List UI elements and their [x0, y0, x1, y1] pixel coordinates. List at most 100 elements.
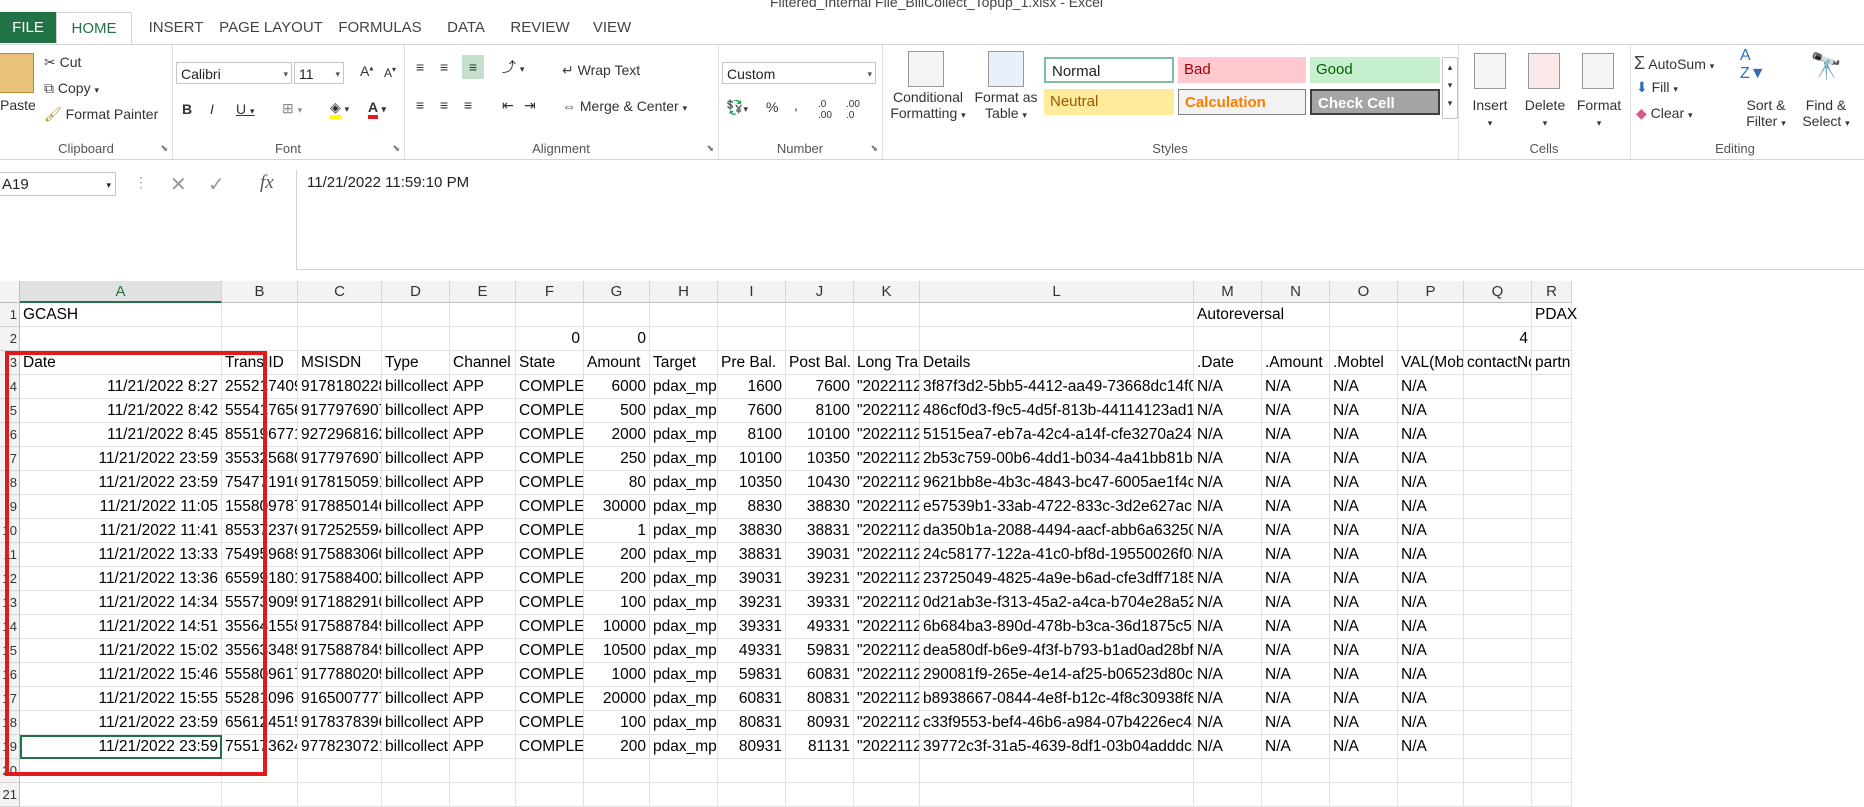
align-bottom-icon[interactable]: ≡ — [462, 55, 484, 79]
style-calculation[interactable]: Calculation — [1178, 89, 1306, 115]
data-cell[interactable]: pdax_mp — [650, 471, 718, 495]
data-cell[interactable]: N/A — [1330, 567, 1398, 591]
data-cell[interactable]: 9177976907 — [298, 447, 382, 471]
data-cell[interactable]: pdax_mp — [650, 615, 718, 639]
row-header[interactable]: 2 — [0, 327, 20, 351]
data-cell[interactable]: e57539b1-33ab-4722-833c-3d2e627ac1cc — [920, 495, 1194, 519]
data-cell[interactable]: 6000 — [584, 375, 650, 399]
align-top-icon[interactable]: ≡ — [416, 59, 424, 75]
date-cell[interactable]: 11/21/2022 11:05 — [20, 495, 222, 519]
merge-center-button[interactable]: ⇔ Merge & Center ▾ — [562, 98, 687, 114]
data-cell[interactable]: 9177880209 — [298, 663, 382, 687]
data-cell[interactable]: N/A — [1398, 495, 1464, 519]
data-cell[interactable]: N/A — [1262, 615, 1330, 639]
data-cell[interactable]: 656124515 — [222, 711, 298, 735]
data-cell[interactable]: 39031 — [786, 543, 854, 567]
data-cell[interactable]: N/A — [1194, 471, 1262, 495]
empty-cell[interactable] — [382, 303, 450, 327]
cell-F2[interactable]: 0 — [516, 327, 584, 351]
data-cell[interactable]: N/A — [1194, 567, 1262, 591]
data-cell[interactable]: 1000 — [584, 663, 650, 687]
empty-cell[interactable] — [650, 759, 718, 783]
data-cell[interactable]: 80931 — [718, 735, 786, 759]
data-cell[interactable]: COMPLETE — [516, 735, 584, 759]
data-cell[interactable]: 59831 — [786, 639, 854, 663]
cell-G2[interactable]: 0 — [584, 327, 650, 351]
data-cell[interactable]: 250 — [584, 447, 650, 471]
date-cell[interactable]: 11/21/2022 15:55 — [20, 687, 222, 711]
data-cell[interactable]: N/A — [1330, 615, 1398, 639]
data-cell[interactable]: APP — [450, 519, 516, 543]
data-cell[interactable]: 39231 — [718, 591, 786, 615]
empty-cell[interactable] — [1532, 327, 1572, 351]
row-header[interactable]: 19 — [0, 735, 20, 759]
empty-cell[interactable] — [1532, 543, 1572, 567]
empty-cell[interactable] — [920, 783, 1194, 807]
data-cell[interactable]: 39031 — [718, 567, 786, 591]
header-cell[interactable]: Type — [382, 351, 450, 375]
data-cell[interactable]: 555739095 — [222, 591, 298, 615]
format-cells-icon[interactable] — [1582, 53, 1614, 89]
data-cell[interactable]: N/A — [1262, 735, 1330, 759]
data-cell[interactable]: APP — [450, 663, 516, 687]
column-header-R[interactable]: R — [1532, 281, 1572, 303]
empty-cell[interactable] — [1532, 639, 1572, 663]
align-middle-icon[interactable]: ≡ — [440, 59, 448, 75]
data-cell[interactable]: 754959689 — [222, 543, 298, 567]
empty-cell[interactable] — [1464, 591, 1532, 615]
empty-cell[interactable] — [854, 327, 920, 351]
empty-cell[interactable] — [1262, 783, 1330, 807]
empty-cell[interactable] — [650, 783, 718, 807]
data-cell[interactable]: 3f87f3d2-5bb5-4412-aa49-73668dc14f0a — [920, 375, 1194, 399]
row-header[interactable]: 12 — [0, 567, 20, 591]
font-name-select[interactable]: Calibri ▾ — [176, 62, 292, 84]
data-cell[interactable]: N/A — [1262, 687, 1330, 711]
data-cell[interactable]: 9178150591 — [298, 471, 382, 495]
empty-cell[interactable] — [450, 327, 516, 351]
empty-cell[interactable] — [1532, 471, 1572, 495]
data-cell[interactable]: "20221121 — [854, 423, 920, 447]
empty-cell[interactable] — [920, 303, 1194, 327]
empty-cell[interactable] — [1532, 447, 1572, 471]
data-cell[interactable]: N/A — [1398, 447, 1464, 471]
data-cell[interactable]: 24c58177-122a-41c0-bf8d-19550026f086 — [920, 543, 1194, 567]
data-cell[interactable]: 9178378396 — [298, 711, 382, 735]
empty-cell[interactable] — [718, 783, 786, 807]
align-center-icon[interactable]: ≡ — [440, 97, 448, 113]
data-cell[interactable]: N/A — [1194, 663, 1262, 687]
cell-Q2[interactable]: 4 — [1464, 327, 1532, 351]
clear-button[interactable]: ◆ Clear ▾ — [1636, 105, 1693, 122]
tab-insert[interactable]: INSERT — [140, 12, 212, 43]
data-cell[interactable]: COMPLETE — [516, 591, 584, 615]
tab-review[interactable]: REVIEW — [504, 12, 576, 43]
data-cell[interactable]: N/A — [1262, 591, 1330, 615]
column-header-J[interactable]: J — [786, 281, 854, 303]
empty-cell[interactable] — [1330, 783, 1398, 807]
sort-filter-icon[interactable]: A Z▼ — [1740, 47, 1766, 83]
data-cell[interactable]: 9165007777 — [298, 687, 382, 711]
data-cell[interactable]: N/A — [1262, 423, 1330, 447]
data-cell[interactable]: 10100 — [718, 447, 786, 471]
empty-cell[interactable] — [718, 327, 786, 351]
header-cell[interactable]: Date — [20, 351, 222, 375]
data-cell[interactable]: 80931 — [786, 711, 854, 735]
data-cell[interactable]: billcollect — [382, 447, 450, 471]
data-cell[interactable]: APP — [450, 615, 516, 639]
data-cell[interactable]: billcollect — [382, 615, 450, 639]
percent-icon[interactable]: % — [766, 99, 778, 115]
accounting-format-icon[interactable]: 💱▾ — [726, 99, 748, 116]
data-cell[interactable]: 9778230721 — [298, 735, 382, 759]
empty-cell[interactable] — [450, 783, 516, 807]
data-cell[interactable]: "20221121 — [854, 639, 920, 663]
empty-cell[interactable] — [298, 303, 382, 327]
data-cell[interactable]: N/A — [1262, 399, 1330, 423]
data-cell[interactable]: 555809617 — [222, 663, 298, 687]
data-cell[interactable]: N/A — [1330, 663, 1398, 687]
data-cell[interactable]: billcollect — [382, 711, 450, 735]
empty-cell[interactable] — [1194, 327, 1262, 351]
font-color-icon[interactable]: A ▾ — [368, 99, 386, 119]
empty-cell[interactable] — [1464, 759, 1532, 783]
column-header-Q[interactable]: Q — [1464, 281, 1532, 303]
header-cell[interactable]: VAL(Mobte — [1398, 351, 1464, 375]
empty-cell[interactable] — [1262, 327, 1330, 351]
